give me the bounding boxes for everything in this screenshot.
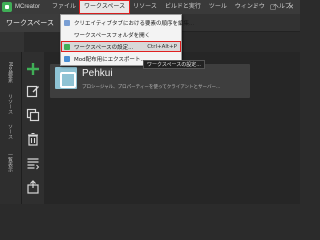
tab-workspace[interactable]: ワークスペース [0, 14, 60, 32]
mod-title: Pehkui [82, 68, 113, 79]
menu-file[interactable]: ファイル [48, 1, 80, 13]
element-toolbar [22, 52, 44, 204]
window-controls: – ▢ ✕ [246, 0, 300, 14]
vtab-source[interactable]: ソース [7, 124, 14, 139]
menu-tools[interactable]: ツール [205, 1, 231, 13]
left-vertical-tabs: Mod要素 リソース ソース 一覧表示 [0, 52, 22, 204]
edit-icon[interactable] [26, 84, 40, 98]
mod-element-card[interactable]: Pehkui プロシージャル、プロパーティーを使ってクライアントとサーバー... [50, 64, 250, 98]
tab-order-icon [64, 19, 70, 26]
menu-item-label: ワークスペースの設定... [74, 44, 134, 51]
list-icon[interactable] [26, 156, 40, 170]
close-button[interactable]: ✕ [282, 0, 300, 14]
menu-edit-tab-order[interactable]: クリエイティブタブにおける要素の順序を編集... [61, 17, 194, 28]
menu-item-label: Mod配布用にエクスポート... [74, 56, 146, 63]
copy-icon[interactable] [26, 108, 40, 122]
menu-resources[interactable]: リソース [129, 1, 161, 13]
menu-workspace[interactable]: ワークスペース [79, 0, 131, 14]
mcreator-logo-icon [2, 2, 12, 12]
mod-image-icon [55, 67, 77, 89]
export-icon[interactable] [26, 180, 40, 194]
maximize-button[interactable]: ▢ [264, 0, 282, 14]
menu-build-run[interactable]: ビルドと実行 [161, 1, 205, 13]
export-mod-icon [64, 55, 70, 62]
folder-icon [64, 32, 70, 38]
menu-open-workspace-folder[interactable]: ワークスペースフォルダを開く [61, 29, 181, 40]
delete-icon[interactable] [26, 132, 40, 146]
vtab-list-view[interactable]: 一覧表示 [7, 152, 14, 172]
settings-icon [64, 43, 70, 50]
vtab-resources[interactable]: リソース [7, 94, 14, 114]
app-name: MCreator [15, 4, 41, 10]
tooltip: ワークスペースの設定... [143, 60, 206, 69]
subheader-left [0, 32, 24, 52]
menu-bar: MCreator ファイル ワークスペース リソース ビルドと実行 ツール ウィ… [0, 0, 300, 14]
menu-shortcut: Ctrl+Alt+P [147, 43, 177, 50]
menu-item-label: ワークスペースフォルダを開く [74, 32, 151, 39]
menu-item-label: クリエイティブタブにおける要素の順序を編集... [74, 20, 195, 27]
mod-description: プロシージャル、プロパーティーを使ってクライアントとサーバー... [82, 85, 221, 90]
plus-icon[interactable] [26, 62, 40, 76]
menu-workspace-settings[interactable]: ワークスペースの設定... Ctrl+Alt+P [61, 41, 181, 52]
minimize-button[interactable]: – [246, 0, 264, 14]
vtab-mod-elements[interactable]: Mod要素 [7, 62, 14, 83]
workspace-dropdown-menu: クリエイティブタブにおける要素の順序を編集... ワークスペースフォルダを開く … [60, 14, 194, 66]
